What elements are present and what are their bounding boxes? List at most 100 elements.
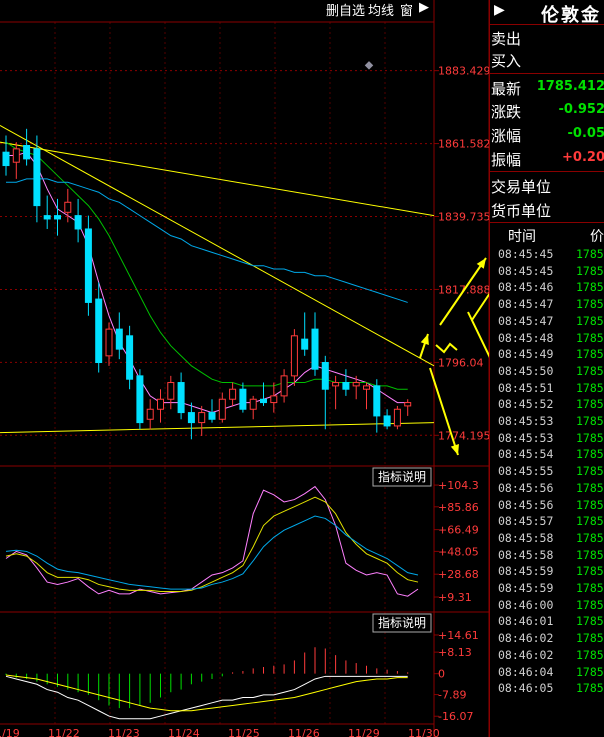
toolbar-ma[interactable]: 均线 (368, 0, 394, 22)
tick-price: 1785 (576, 681, 604, 696)
quote-label: 涨幅 (491, 127, 522, 145)
y-tick-label: +104.3 (438, 479, 479, 492)
tick-time: 08:45:49 (498, 347, 554, 362)
tick-row: 08:46:01 1785 (490, 614, 604, 631)
candle-body (383, 415, 391, 427)
tick-time: 08:46:02 (498, 631, 554, 646)
tick-row: 08:45:50 1785 (490, 364, 604, 381)
tick-row: 08:45:47 1785 (490, 297, 604, 314)
tick-price: 1785 (576, 480, 604, 495)
indicator-line (5, 496, 419, 592)
tick-time: 08:45:59 (498, 581, 554, 595)
quote-value: +0.20 (562, 150, 604, 165)
candle-body (74, 215, 82, 230)
tick-time: 08:45:50 (498, 363, 554, 378)
candle-body (393, 408, 401, 427)
quote-label: 最新 (491, 80, 522, 98)
tick-row: 08:45:58 1785 (490, 548, 604, 565)
quote-row: 最新 1785.412 (490, 76, 604, 98)
tick-time: 08:46:05 (498, 681, 554, 696)
kline-chart[interactable]: 1883.4291861.5821839.7351817.8881796.041… (0, 0, 489, 737)
tick-price: 1785 (576, 330, 604, 345)
x-tick-label: 11/25 (228, 727, 260, 737)
x-tick-label: 11/30 (408, 727, 440, 737)
quote-row: 货币单位 (490, 198, 604, 220)
tick-time: 08:45:48 (498, 330, 554, 345)
tick-price: 1785 (576, 514, 604, 529)
candle-body (146, 408, 154, 420)
tick-price: 1785 (576, 530, 604, 545)
toolbar-window[interactable]: 窗 (400, 0, 413, 22)
candle-body (126, 335, 134, 380)
tick-row: 08:45:56 1785 (490, 498, 604, 515)
toolbar-delete-fav[interactable]: 删自选 (326, 0, 365, 22)
quote-value: -0.05 (567, 126, 604, 141)
y-tick-label: 1839.735 (438, 211, 489, 224)
tick-price: 1785 (576, 414, 604, 428)
tick-time: 08:46:02 (498, 647, 554, 662)
tick-row: 08:46:00 1785 (490, 598, 604, 615)
tick-price: 1785 (576, 313, 604, 328)
candle-body (33, 148, 41, 207)
play-arrow-icon[interactable]: ▶ (419, 0, 429, 22)
y-tick-label: 1883.429 (438, 65, 489, 78)
tick-time: 08:45:47 (498, 297, 554, 312)
arrow-head (420, 334, 429, 345)
quote-label: 卖出 (491, 30, 522, 48)
tick-price: 1785 (576, 280, 604, 295)
candle-body (157, 398, 164, 410)
candle-body (239, 388, 247, 410)
candle-body (95, 298, 103, 364)
tick-time: 08:45:58 (498, 547, 554, 562)
tick-time: 08:45:45 (498, 263, 554, 278)
indicator-title: 指标说明 (378, 615, 426, 630)
tick-row: 08:45:46 1785 (490, 280, 604, 297)
y-tick-label: -16.07 (438, 710, 473, 723)
indicator-line (5, 515, 419, 590)
tick-row: 08:46:04 1785 (490, 665, 604, 682)
tick-time: 08:45:56 (498, 497, 554, 512)
quote-row: 涨幅 -0.05 (490, 123, 604, 145)
candle-body (260, 398, 267, 404)
macd-line (5, 674, 408, 712)
tick-row: 08:45:59 1785 (490, 564, 604, 581)
tick-time: 08:45:45 (498, 247, 554, 261)
candle-body (249, 398, 257, 410)
tick-time: 08:45:54 (498, 447, 554, 462)
quote-row: 交易单位 (490, 174, 604, 196)
tick-price: 1785 (576, 497, 604, 512)
price-marker (364, 61, 374, 70)
arrow-head (450, 444, 459, 455)
tick-row: 08:45:55 1785 (490, 464, 604, 481)
y-tick-label: 1774.195 (438, 429, 489, 442)
tick-row: 08:45:45 1785 (490, 264, 604, 281)
quote-value: 1785.412 (536, 79, 604, 94)
quote-row: 振幅 +0.20 (490, 147, 604, 169)
tick-row: 08:45:52 1785 (490, 397, 604, 414)
tick-price: 1785 (576, 631, 604, 646)
x-tick-label: 11/23 (108, 727, 140, 737)
tick-price: 1785 (576, 464, 604, 479)
y-tick-label: +48.05 (438, 545, 479, 558)
indicator-title: 指标说明 (378, 469, 426, 484)
candle-body (23, 145, 31, 160)
tick-price: 1785 (576, 397, 604, 412)
play-arrow-icon[interactable]: ▶ (494, 2, 505, 18)
tick-time: 08:46:04 (498, 664, 554, 679)
tick-row: 08:45:59 1785 (490, 581, 604, 598)
y-tick-label: +9.31 (438, 591, 472, 604)
quote-label: 买入 (491, 52, 522, 70)
tick-row: 08:45:54 1785 (490, 447, 604, 464)
y-tick-label: +8.13 (438, 646, 472, 659)
candle-body (208, 412, 216, 420)
quote-label: 交易单位 (491, 178, 552, 196)
candle-body (105, 328, 113, 357)
quote-row: 买入 (490, 48, 604, 70)
y-tick-label: 1861.582 (438, 138, 489, 151)
x-tick-label: 11/29 (348, 727, 380, 737)
candle-body (187, 412, 195, 424)
tick-price: 1785 (576, 581, 604, 595)
tick-price: 1785 (576, 447, 604, 462)
candle-body (332, 382, 340, 387)
candle-body (342, 382, 350, 390)
